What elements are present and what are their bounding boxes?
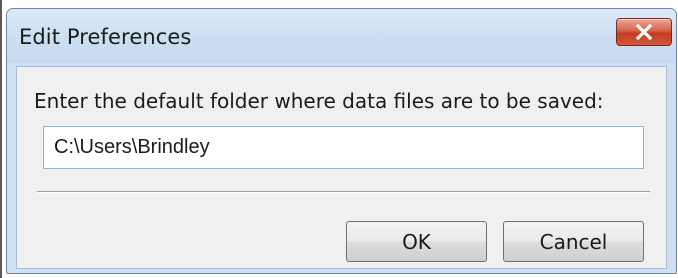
title-bar[interactable]: Edit Preferences — [7, 9, 676, 63]
folder-prompt-label: Enter the default folder where data file… — [34, 89, 604, 113]
close-icon — [635, 24, 653, 40]
separator — [37, 191, 650, 193]
cancel-button[interactable]: Cancel — [503, 221, 644, 262]
close-button[interactable] — [616, 18, 672, 46]
dialog-title: Edit Preferences — [19, 25, 192, 49]
screen: Edit Preferences Enter the default folde… — [0, 0, 678, 278]
default-folder-input[interactable] — [43, 126, 644, 169]
ok-button[interactable]: OK — [346, 221, 487, 262]
dialog-body: Enter the default folder where data file… — [16, 66, 667, 269]
edit-preferences-dialog: Edit Preferences Enter the default folde… — [6, 8, 677, 274]
background-window-edge — [0, 0, 2, 278]
